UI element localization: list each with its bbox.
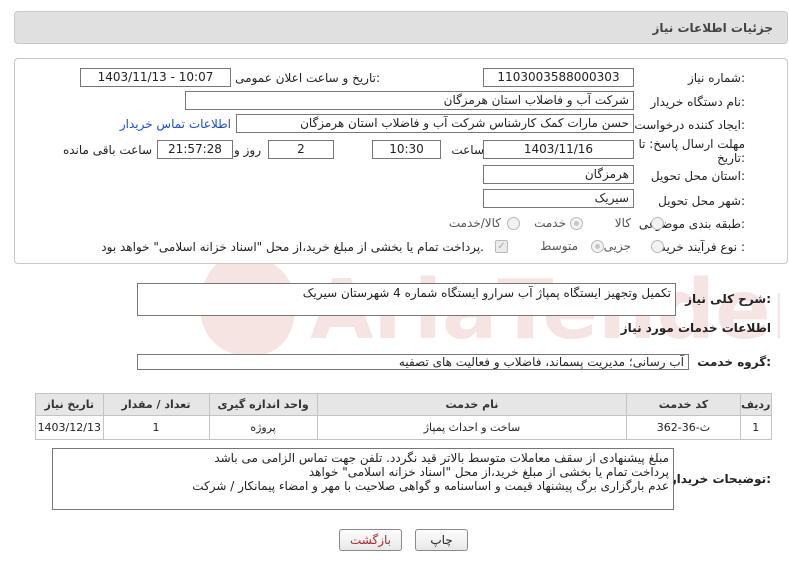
process-option-medium: متوسط [540,239,578,253]
cell-need-date: 1403/12/13 [35,415,104,440]
city-field[interactable]: سیریک [483,189,634,208]
category-option-goods: کالا [614,216,631,230]
process-option-minor: جزیی [603,239,631,253]
col-service-name: نام خدمت [316,393,628,416]
category-radio-service[interactable] [570,217,583,230]
need-number-field[interactable]: 1103003588000303 [483,68,634,87]
buyer-org-label: نام دستگاه خریدار: [650,95,746,109]
process-radio-medium[interactable] [591,240,604,253]
details-panel [14,58,788,264]
buyer-org-field[interactable]: شرکت آب و فاضلاب استان هرمزگان [185,91,634,110]
category-radio-goods-service[interactable] [507,217,520,230]
deadline-time-label: ساعت [451,143,484,157]
col-quantity: تعداد / مقدار [102,393,210,416]
services-section-title: اطلاعات خدمات مورد نیاز [620,321,771,335]
description-text: تکمیل وتجهیز ایستگاه پمپاژ آب سرارو ایست… [302,286,671,300]
payment-note: پرداخت تمام یا بخشی از مبلغ خرید،از محل … [101,240,484,254]
category-radio-goods[interactable] [651,217,664,230]
deadline-label-date: تاریخ: [717,151,745,165]
page-header: جزئیات اطلاعات نیاز [14,11,788,44]
description-label: شرح کلی نیاز: [685,292,771,306]
city-label: شهر محل تحویل: [658,194,745,208]
col-unit: واحد اندازه گیری [208,393,318,416]
province-field[interactable]: هرمزگان [483,165,634,184]
days-remaining-field[interactable]: 2 [268,140,334,159]
page-title: جزئیات اطلاعات نیاز [652,21,773,35]
province-label: استان محل تحویل: [650,169,745,183]
service-group-field[interactable]: آب رسانی؛ مدیریت پسماند، فاضلاب و فعالیت… [137,354,689,370]
process-label: نوع فرآیند خرید : [660,240,745,254]
process-radio-minor[interactable] [651,240,664,253]
announce-datetime-field[interactable]: 1403/11/13 - 10:07 [80,68,231,87]
time-remaining-label: ساعت باقی مانده [62,143,152,157]
treasury-payment-checkbox[interactable]: ✓ [495,240,508,253]
category-option-goods-service: کالا/خدمت [448,216,501,230]
buyer-notes-textarea[interactable]: مبلغ پیشنهادی از سقف معاملات متوسط بالات… [52,448,674,510]
print-button[interactable]: چاپ [415,529,468,551]
col-row-index: ردیف [739,393,773,416]
buyer-notes-line: پرداخت تمام یا بخشی از مبلغ خرید،از محل … [308,465,669,479]
need-number-label: شماره نیاز: [687,71,745,85]
announce-datetime-label: تاریخ و ساعت اعلان عمومی: [235,71,380,85]
cell-row-index: 1 [739,415,773,440]
table-row[interactable]: 1403/12/13 1 پروژه ساخت و احداث پمپاژ ث-… [35,415,773,440]
service-group-label: گروه خدمت: [697,355,771,369]
buyer-contact-link[interactable]: اطلاعات تماس خریدار [120,117,231,131]
deadline-date-field[interactable]: 1403/11/16 [483,140,634,159]
days-label: روز و [234,143,261,157]
cell-service-code: ث-36-362 [626,415,741,440]
table-header-row: تاریخ نیاز تعداد / مقدار واحد اندازه گیر… [35,393,773,416]
creator-label: ایجاد کننده درخواست: [634,118,745,132]
col-service-code: کد خدمت [626,393,741,416]
creator-field[interactable]: حسن مارات کمک کارشناس شرکت آب و فاضلاب ا… [236,114,634,133]
services-table: تاریخ نیاز تعداد / مقدار واحد اندازه گیر… [35,393,773,440]
buyer-notes-line: مبلغ پیشنهادی از سقف معاملات متوسط بالات… [214,451,669,465]
buyer-notes-label: توضیحات خریدار: [669,472,771,486]
back-button[interactable]: بازگشت [339,529,402,551]
cell-quantity: 1 [102,415,210,440]
deadline-label: مهلت ارسال پاسخ: تا [638,137,745,151]
description-textarea[interactable]: تکمیل وتجهیز ایستگاه پمپاژ آب سرارو ایست… [137,283,676,316]
cell-unit: پروژه [208,415,318,440]
category-option-service: خدمت [534,216,566,230]
col-need-date: تاریخ نیاز [35,393,104,416]
deadline-time-field[interactable]: 10:30 [372,140,441,159]
buyer-notes-line: عدم بارگزاری برگ پیشنهاد قیمت و اساسنامه… [192,479,669,493]
cell-service-name: ساخت و احداث پمپاژ [316,415,628,440]
time-remaining-field[interactable]: 21:57:28 [157,140,233,159]
